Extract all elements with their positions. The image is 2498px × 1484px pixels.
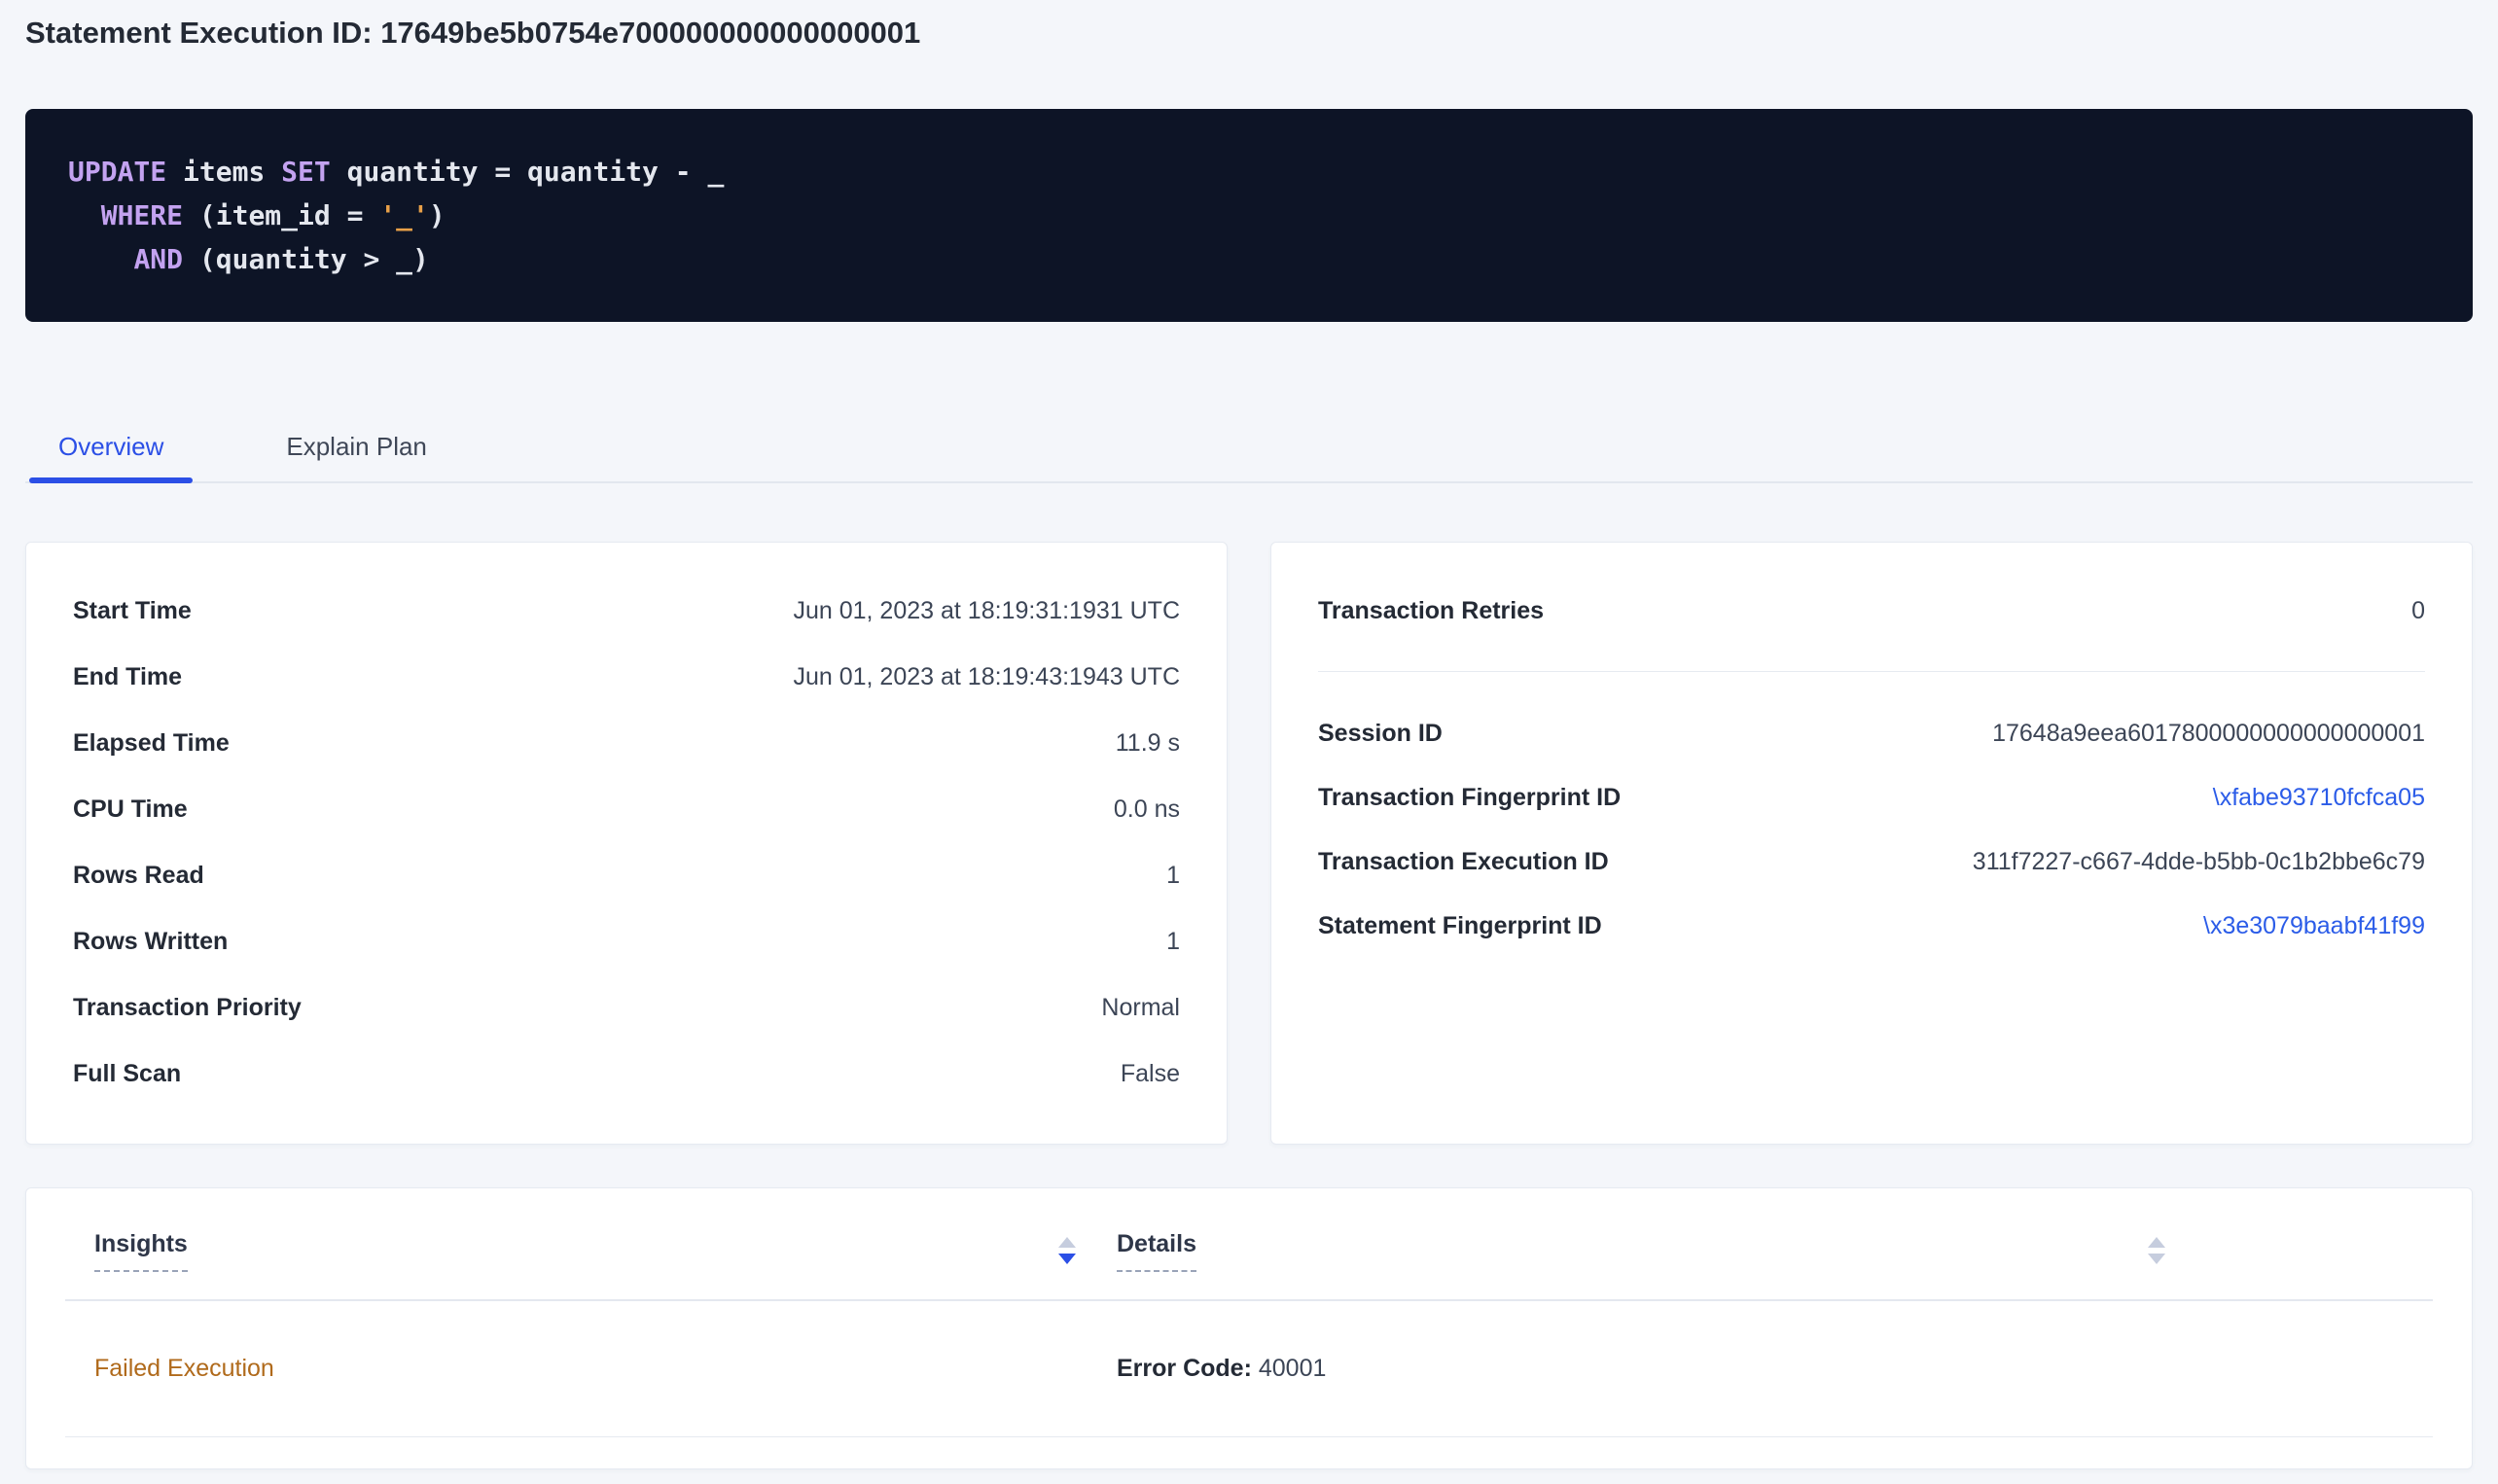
detail-row: Session ID 17648a9eea6017800000000000000… [1318, 701, 2425, 765]
detail-tabs: Overview Explain Plan [25, 431, 2473, 483]
error-code-label: Error Code: [1117, 1355, 1252, 1382]
detail-row-label: End Time [73, 663, 182, 691]
detail-row-label: Transaction Fingerprint ID [1318, 784, 1621, 812]
detail-row: Statement Fingerprint ID \x3e3079baabf41… [1318, 894, 2425, 958]
detail-row: End Time Jun 01, 2023 at 18:19:43:1943 U… [73, 644, 1180, 710]
detail-row-label: Transaction Execution ID [1318, 848, 1609, 876]
page-title-label: Statement Execution ID: [25, 16, 373, 50]
details-column-label[interactable]: Details [1117, 1230, 1196, 1272]
detail-row: Rows Written 1 [73, 908, 1180, 974]
sql-statement: UPDATE items SET quantity = quantity - _… [68, 150, 2430, 281]
detail-row: Transaction Execution ID 311f7227-c667-4… [1318, 830, 2425, 894]
transaction-info-card: Transaction Retries 0 Session ID 17648a9… [1270, 542, 2473, 1145]
detail-row-value: Jun 01, 2023 at 18:19:43:1943 UTC [793, 663, 1180, 691]
transaction-id-rows: Session ID 17648a9eea6017800000000000000… [1318, 701, 2425, 958]
transaction-retries-row: Transaction Retries 0 [1318, 578, 2425, 644]
detail-row-label: Session ID [1318, 720, 1443, 748]
sort-desc-icon[interactable] [1058, 1254, 1076, 1264]
column-header-details: Details [1082, 1230, 2171, 1272]
detail-row: Full Scan False [73, 1041, 1180, 1107]
detail-row-value: 1 [1166, 862, 1180, 890]
detail-row: Elapsed Time 11.9 s [73, 710, 1180, 776]
insight-table-row: Failed Execution Error Code: 40001 [65, 1301, 2433, 1437]
error-code-value: 40001 [1252, 1355, 1326, 1382]
insights-table-header: Insights Details [65, 1188, 2433, 1301]
detail-row-label: Transaction Priority [73, 994, 302, 1022]
detail-row-label: Rows Read [73, 862, 204, 890]
detail-row-label: Statement Fingerprint ID [1318, 912, 1602, 940]
insight-detail-cell: Error Code: 40001 [1082, 1355, 2171, 1383]
statement-execution-page: Statement Execution ID: 17649be5b0754e70… [0, 0, 2498, 1469]
statement-execution-id: 17649be5b0754e700000000000000001 [380, 16, 920, 50]
insights-table-card: Insights Details Failed Execution Error … [25, 1187, 2473, 1469]
detail-row-value: Jun 01, 2023 at 18:19:31:1931 UTC [793, 597, 1180, 625]
page-title: Statement Execution ID: 17649be5b0754e70… [25, 14, 2473, 53]
detail-row-label: Elapsed Time [73, 729, 230, 758]
detail-row-value: 1 [1166, 928, 1180, 956]
card-divider [1318, 671, 2425, 672]
detail-row-label: Start Time [73, 597, 192, 625]
insight-type-cell: Failed Execution [65, 1355, 1082, 1383]
fingerprint-id-link[interactable]: \x3e3079baabf41f99 [2203, 912, 2425, 940]
sort-asc-icon[interactable] [2148, 1237, 2165, 1248]
sort-asc-icon[interactable] [1058, 1237, 1076, 1248]
sort-desc-icon[interactable] [2148, 1254, 2165, 1264]
fingerprint-id-link[interactable]: \xfabe93710fcfca05 [2213, 784, 2425, 812]
detail-row: CPU Time 0.0 ns [73, 776, 1180, 842]
sort-toggle-insights[interactable] [1058, 1237, 1082, 1264]
column-header-insights: Insights [65, 1230, 1082, 1272]
detail-row-label: CPU Time [73, 795, 188, 824]
detail-row-value: 311f7227-c667-4dde-b5bb-0c1b2bbe6c79 [1973, 848, 2425, 876]
detail-row: Transaction Priority Normal [73, 974, 1180, 1041]
tab-explain-plan[interactable]: Explain Plan [257, 431, 456, 481]
insights-column-label[interactable]: Insights [94, 1230, 188, 1272]
detail-row-value: Normal [1101, 994, 1180, 1022]
detail-row-value: 0.0 ns [1114, 795, 1180, 824]
detail-row: Start Time Jun 01, 2023 at 18:19:31:1931… [73, 578, 1180, 644]
sql-statement-box: UPDATE items SET quantity = quantity - _… [25, 109, 2473, 322]
detail-row: Transaction Fingerprint ID \xfabe93710fc… [1318, 765, 2425, 830]
detail-row: Rows Read 1 [73, 842, 1180, 908]
sort-toggle-details[interactable] [2148, 1237, 2171, 1264]
summary-cards: Start Time Jun 01, 2023 at 18:19:31:1931… [25, 542, 2473, 1145]
detail-row-value: 17648a9eea6017800000000000000001 [1992, 720, 2425, 748]
tab-overview[interactable]: Overview [29, 431, 193, 481]
detail-row-label: Rows Written [73, 928, 228, 956]
detail-row-label: Full Scan [73, 1060, 181, 1088]
detail-row-value: False [1121, 1060, 1180, 1088]
detail-row-value: 0 [2411, 597, 2425, 625]
detail-row-value: 11.9 s [1116, 729, 1180, 758]
detail-row-label: Transaction Retries [1318, 597, 1544, 625]
execution-stats-card: Start Time Jun 01, 2023 at 18:19:31:1931… [25, 542, 1228, 1145]
